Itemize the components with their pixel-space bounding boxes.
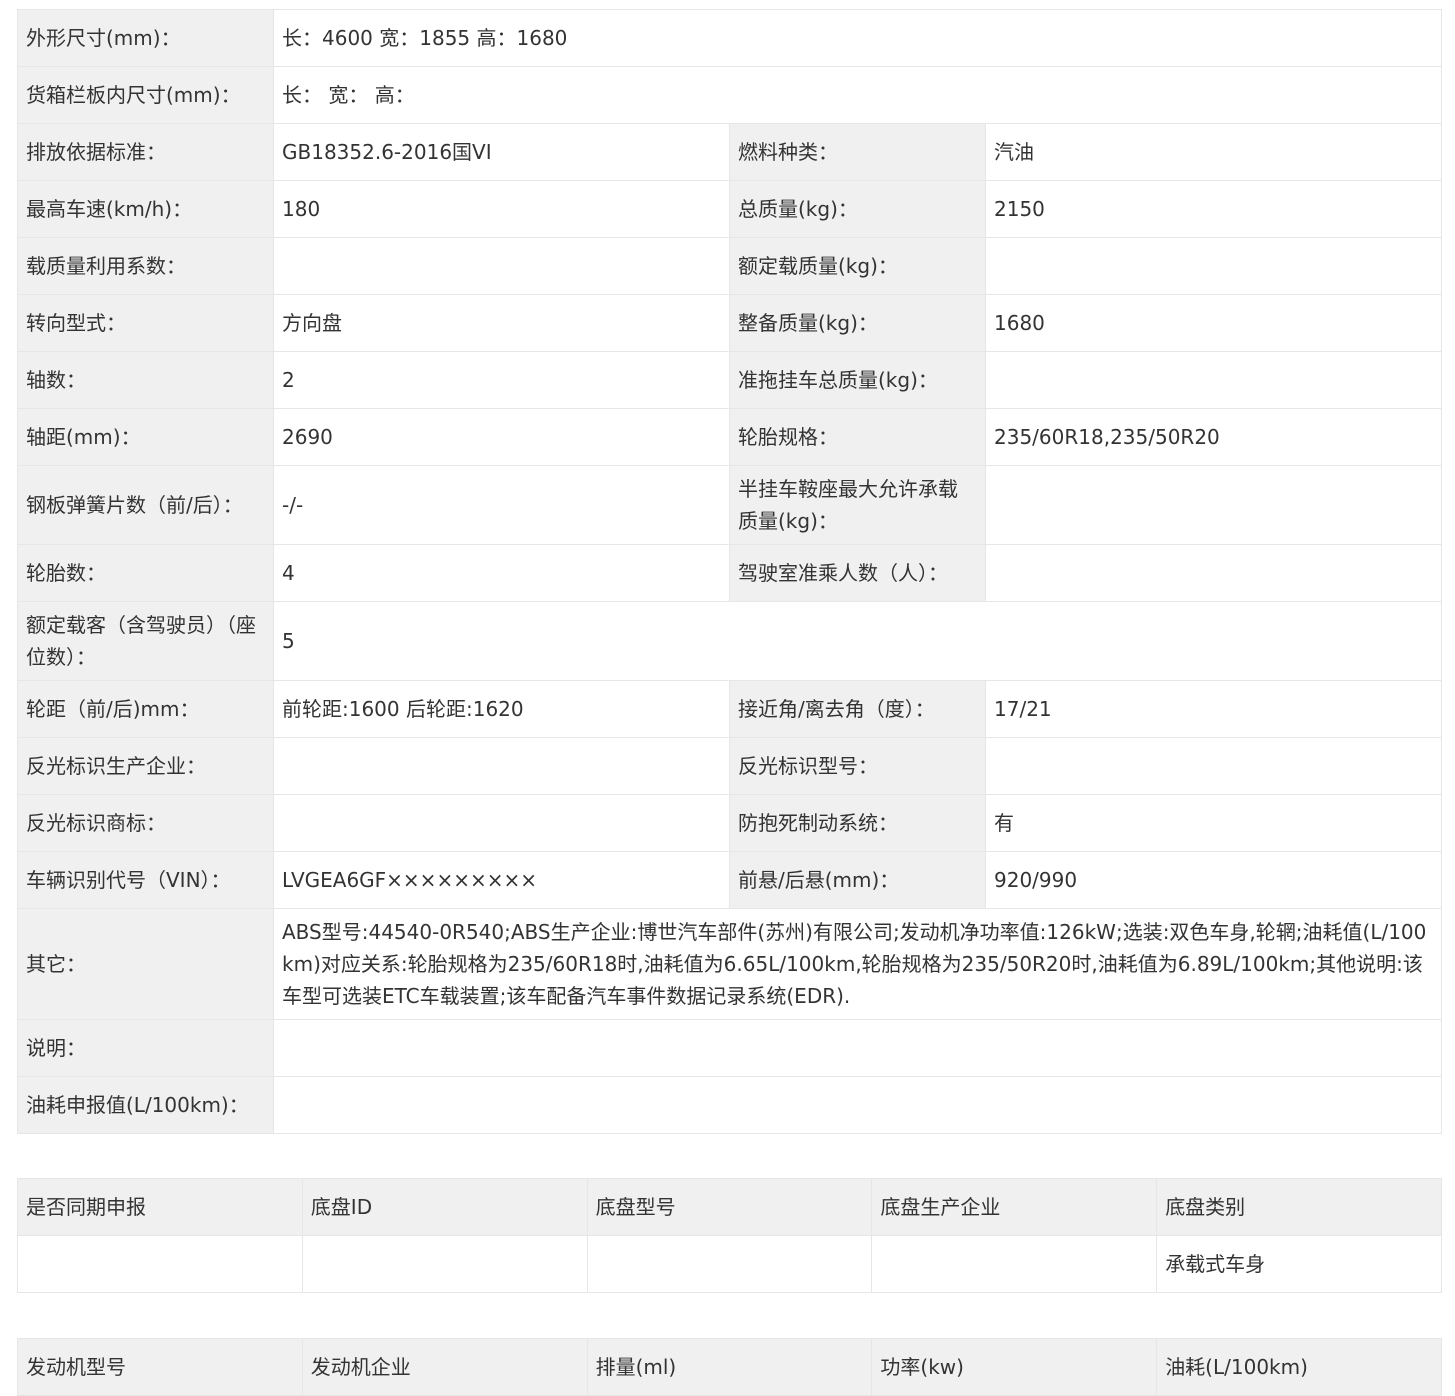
cab-value: [985, 544, 1442, 602]
wheelbase-value: 2690: [273, 408, 730, 466]
reflect-maker-value: [273, 737, 730, 795]
reflect-maker-label: 反光标识生产企业：: [17, 737, 274, 795]
table-cell: [17, 1235, 303, 1293]
trailer-label: 准拖挂车总质量(kg)：: [729, 351, 986, 409]
rated-load-label: 额定载质量(kg)：: [729, 237, 986, 295]
column-header: 底盘型号: [586, 1178, 873, 1236]
spring-label: 钢板弹簧片数（前/后）：: [17, 465, 274, 545]
table-cell: [586, 1235, 873, 1293]
cab-label: 驾驶室准乘人数（人）：: [729, 544, 986, 602]
tire-spec-value: 235/60R18,235/50R20: [985, 408, 1442, 466]
dimensions-label: 外形尺寸(mm)：: [17, 9, 274, 67]
column-header: 油耗(L/100km): [1156, 1338, 1442, 1396]
other-value: ABS型号:44540-0R540;ABS生产企业:博世汽车部件(苏州)有限公司…: [273, 908, 1442, 1020]
load-coef-value: [273, 237, 730, 295]
rated-load-value: [985, 237, 1442, 295]
gross-mass-label: 总质量(kg)：: [729, 180, 986, 238]
axles-label: 轴数：: [17, 351, 274, 409]
overhang-label: 前悬/后悬(mm)：: [729, 851, 986, 909]
tires-value: 4: [273, 544, 730, 602]
table-row: 载质量利用系数： 额定载质量(kg)：: [17, 237, 1442, 295]
engine-table: 发动机型号 发动机企业 排量(ml) 功率(kw) 油耗(L/100km): [17, 1338, 1442, 1396]
vin-value: LVGEA6GF×××××××××: [273, 851, 730, 909]
table-row: 反光标识商标： 防抱死制动系统： 有: [17, 794, 1442, 852]
angle-label: 接近角/离去角（度）：: [729, 680, 986, 738]
reflect-model-value: [985, 737, 1442, 795]
tire-spec-label: 轮胎规格：: [729, 408, 986, 466]
column-header: 底盘生产企业: [871, 1178, 1158, 1236]
table-row: 轮距（前/后)mm： 前轮距:1600 后轮距:1620 接近角/离去角（度）：…: [17, 680, 1442, 738]
emission-value: GB18352.6-2016国VI: [273, 123, 730, 181]
saddle-label: 半挂车鞍座最大允许承载质量(kg)：: [729, 465, 986, 545]
load-coef-label: 载质量利用系数：: [17, 237, 274, 295]
table-row: 排放依据标准： GB18352.6-2016国VI 燃料种类： 汽油: [17, 123, 1442, 181]
column-header: 底盘类别: [1156, 1178, 1442, 1236]
table-row: 轴距(mm)： 2690 轮胎规格： 235/60R18,235/50R20: [17, 408, 1442, 466]
spec-table: 外形尺寸(mm)： 长：4600 宽：1855 高：1680 货箱栏板内尺寸(m…: [17, 9, 1442, 1134]
column-header: 发动机型号: [17, 1338, 303, 1396]
table-row: 反光标识生产企业： 反光标识型号：: [17, 737, 1442, 795]
spring-value: -/-: [273, 465, 730, 545]
fuel-label: 燃料种类：: [729, 123, 986, 181]
column-header: 发动机企业: [301, 1338, 588, 1396]
fuel-value: 汽油: [985, 123, 1442, 181]
axles-value: 2: [273, 351, 730, 409]
abs-value: 有: [985, 794, 1442, 852]
table-row: 额定载客（含驾驶员）（座位数）： 5: [17, 601, 1442, 681]
seats-label: 额定载客（含驾驶员）（座位数）：: [17, 601, 274, 681]
table-row: 油耗申报值(L/100km)：: [17, 1076, 1442, 1134]
gross-mass-value: 2150: [985, 180, 1442, 238]
table-row: 轮胎数： 4 驾驶室准乘人数（人）：: [17, 544, 1442, 602]
abs-label: 防抱死制动系统：: [729, 794, 986, 852]
vin-label: 车辆识别代号（VIN）：: [17, 851, 274, 909]
saddle-value: [985, 465, 1442, 545]
note-label: 说明：: [17, 1019, 274, 1077]
cargo-label: 货箱栏板内尺寸(mm)：: [17, 66, 274, 124]
wheelbase-label: 轴距(mm)：: [17, 408, 274, 466]
note-value: [273, 1019, 1442, 1077]
table-header-row: 发动机型号 发动机企业 排量(ml) 功率(kw) 油耗(L/100km): [17, 1338, 1442, 1396]
fuel-decl-value: [273, 1076, 1442, 1134]
table-row: 货箱栏板内尺寸(mm)： 长： 宽： 高：: [17, 66, 1442, 124]
table-header-row: 是否同期申报 底盘ID 底盘型号 底盘生产企业 底盘类别: [17, 1178, 1442, 1236]
overhang-value: 920/990: [985, 851, 1442, 909]
track-label: 轮距（前/后)mm：: [17, 680, 274, 738]
other-label: 其它：: [17, 908, 274, 1020]
fuel-decl-label: 油耗申报值(L/100km)：: [17, 1076, 274, 1134]
steering-value: 方向盘: [273, 294, 730, 352]
column-header: 是否同期申报: [17, 1178, 303, 1236]
dimensions-value: 长：4600 宽：1855 高：1680: [273, 9, 1442, 67]
cargo-value: 长： 宽： 高：: [273, 66, 1442, 124]
seats-value: 5: [273, 601, 1442, 681]
track-value: 前轮距:1600 后轮距:1620: [273, 680, 730, 738]
reflect-brand-label: 反光标识商标：: [17, 794, 274, 852]
column-header: 底盘ID: [301, 1178, 588, 1236]
chassis-table: 是否同期申报 底盘ID 底盘型号 底盘生产企业 底盘类别 承载式车身: [17, 1178, 1442, 1293]
column-header: 功率(kw): [871, 1338, 1158, 1396]
table-cell: [871, 1235, 1158, 1293]
table-row: 外形尺寸(mm)： 长：4600 宽：1855 高：1680: [17, 9, 1442, 67]
table-row: 其它： ABS型号:44540-0R540;ABS生产企业:博世汽车部件(苏州)…: [17, 908, 1442, 1020]
reflect-model-label: 反光标识型号：: [729, 737, 986, 795]
table-cell: 承载式车身: [1156, 1235, 1442, 1293]
table-row: 最高车速(km/h)： 180 总质量(kg)： 2150: [17, 180, 1442, 238]
angle-value: 17/21: [985, 680, 1442, 738]
tires-label: 轮胎数：: [17, 544, 274, 602]
table-row: 钢板弹簧片数（前/后）： -/- 半挂车鞍座最大允许承载质量(kg)：: [17, 465, 1442, 545]
curb-mass-label: 整备质量(kg)：: [729, 294, 986, 352]
table-cell: [301, 1235, 588, 1293]
table-row: 轴数： 2 准拖挂车总质量(kg)：: [17, 351, 1442, 409]
column-header: 排量(ml): [586, 1338, 873, 1396]
speed-value: 180: [273, 180, 730, 238]
curb-mass-value: 1680: [985, 294, 1442, 352]
emission-label: 排放依据标准：: [17, 123, 274, 181]
speed-label: 最高车速(km/h)：: [17, 180, 274, 238]
steering-label: 转向型式：: [17, 294, 274, 352]
table-row: 承载式车身: [17, 1235, 1442, 1293]
reflect-brand-value: [273, 794, 730, 852]
table-row: 说明：: [17, 1019, 1442, 1077]
table-row: 转向型式： 方向盘 整备质量(kg)： 1680: [17, 294, 1442, 352]
table-row: 车辆识别代号（VIN）： LVGEA6GF××××××××× 前悬/后悬(mm)…: [17, 851, 1442, 909]
trailer-value: [985, 351, 1442, 409]
